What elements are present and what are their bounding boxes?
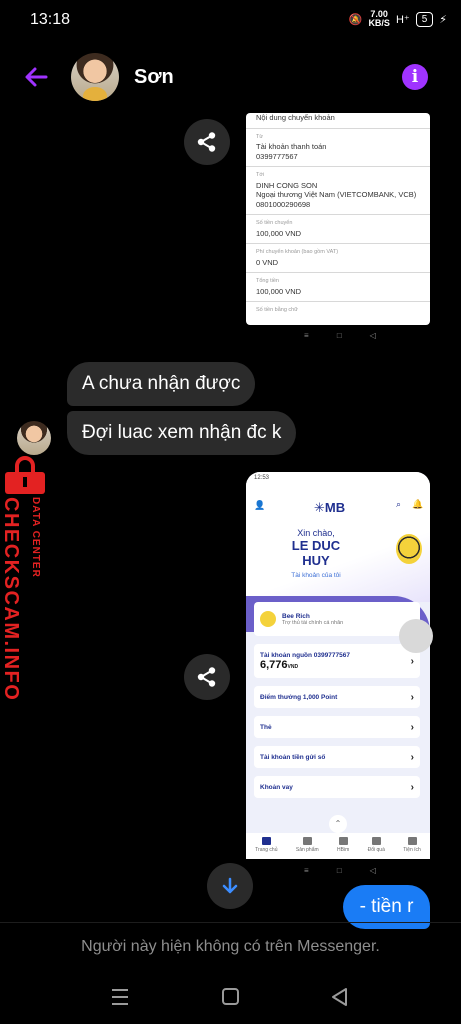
tab-gifts: Đổi quà [368, 833, 385, 859]
info-icon[interactable]: i [402, 64, 428, 90]
mini-nav-bar: ≡ □ ◁ [290, 866, 390, 876]
system-nav-bar [112, 988, 347, 1006]
receipt-amount: Số tiền chuyển 100,000 VND [246, 215, 430, 244]
receipt-fee: Phí chuyển khoản (bao gồm VAT) 0 VND [246, 244, 430, 273]
tab-home: Trang chủ [255, 833, 278, 859]
back-arrow-icon[interactable] [22, 63, 50, 91]
net-speed: 7.00 KB/S [368, 9, 390, 28]
share-button[interactable] [184, 654, 230, 700]
mute-icon: 🔕 [348, 13, 363, 26]
battery-icon: 5 [415, 11, 434, 27]
tab-hbim: HBim [337, 833, 349, 859]
unavailable-notice: Người này hiện không có trên Messenger. [81, 938, 380, 955]
status-indicators: 🔕 7.00 KB/S H⁺ 5 ⚡ [349, 10, 447, 28]
watermark-tag: DATA CENTER [30, 497, 41, 578]
mb-greeting: Xin chào, [297, 528, 335, 538]
reaction-avatar[interactable] [399, 619, 433, 653]
mini-back-icon: ◁ [369, 331, 376, 340]
phone-status-time: 12:53 [246, 472, 430, 492]
receipt-header: Nội dung chuyển khoản [246, 113, 430, 129]
mini-back-icon: ◁ [369, 866, 376, 875]
share-icon [197, 132, 216, 152]
menu-item: Thẻ › [254, 716, 420, 738]
back-icon[interactable] [332, 988, 347, 1006]
mb-account-link: Tài khoản của tôi [291, 572, 341, 579]
status-time: 13:18 [30, 11, 71, 28]
sender-avatar[interactable] [17, 421, 51, 455]
source-account-card: Tài khoản nguồn 0399777567 6,776VND › [254, 644, 420, 678]
user-icon: 👤 [254, 500, 266, 510]
search-icon: ⌕ [396, 499, 402, 509]
bee-rich-icon [260, 611, 276, 627]
share-button[interactable] [184, 119, 230, 165]
menu-item: Khoản vay › [254, 776, 420, 798]
mb-header: 👤 ✳MB ⌕ 🔔 Xin chào, LE DUC HUY Tài khoản… [246, 492, 430, 602]
chat-header: Sơn i [0, 40, 461, 116]
chevron-right-icon: › [410, 721, 414, 733]
mini-home-icon: □ [336, 866, 342, 875]
mb-logo: ✳MB [314, 500, 346, 515]
home-icon[interactable] [222, 988, 239, 1005]
watermark-brand: CHECKSCAM.INFO [0, 497, 22, 702]
status-bar: 13:18 🔕 7.00 KB/S H⁺ 5 ⚡ [0, 0, 461, 40]
mini-menu-icon: ≡ [304, 331, 309, 340]
mini-home-icon: □ [336, 331, 342, 340]
divider [0, 922, 461, 923]
share-icon [197, 667, 216, 687]
receipt-image[interactable]: Nội dung chuyển khoản Từ Tài khoản thanh… [246, 113, 430, 325]
chevron-right-icon: › [410, 655, 414, 667]
mini-nav-bar: ≡ □ ◁ [290, 331, 390, 341]
message-bubble[interactable]: A chưa nhận được [67, 362, 256, 406]
contact-avatar[interactable] [71, 53, 119, 101]
receipt-more: Số tiền bằng chữ [256, 307, 298, 313]
bank-screenshot-image[interactable]: 12:53 👤 ✳MB ⌕ 🔔 Xin chào, LE DUC HUY Tài… [246, 472, 430, 859]
scroll-down-button[interactable] [207, 863, 253, 909]
menu-item: Điểm thưởng 1,000 Point › [254, 686, 420, 708]
network-icon: H⁺ [395, 13, 410, 26]
menu-item: Tài khoản tiền gửi số › [254, 746, 420, 768]
collapse-icon: ⌃ [329, 815, 347, 833]
mb-tab-bar: Trang chủ Sản phẩm HBim Đổi quà Tiện ích [246, 833, 430, 859]
arrow-down-icon [222, 877, 238, 894]
chevron-right-icon: › [410, 691, 414, 703]
bee-mascot-icon [396, 534, 422, 564]
recent-apps-icon[interactable] [112, 989, 128, 1005]
mb-user-name: LE DUC HUY [291, 538, 341, 568]
chevron-right-icon: › [410, 751, 414, 763]
contact-name[interactable]: Sơn [134, 66, 174, 89]
receipt-total: Tổng tiền 100,000 VND [246, 273, 430, 302]
lock-icon [5, 456, 45, 494]
message-bubble[interactable]: Đợi luac xem nhận đc k [67, 411, 297, 455]
tab-products: Sản phẩm [296, 833, 319, 859]
tab-utilities: Tiện ích [403, 833, 421, 859]
mini-menu-icon: ≡ [304, 866, 309, 875]
bell-icon: 🔔 [412, 499, 424, 509]
charging-icon: ⚡ [439, 13, 447, 26]
bee-rich-card: Bee Rich Trợ thủ tài chính cá nhân [254, 602, 420, 636]
receipt-to: Tới DINH CONG SON Ngoại thương Việt Nam … [246, 167, 430, 215]
chevron-right-icon: › [410, 781, 414, 793]
receipt-from: Từ Tài khoản thanh toán 0399777567 [246, 129, 430, 167]
